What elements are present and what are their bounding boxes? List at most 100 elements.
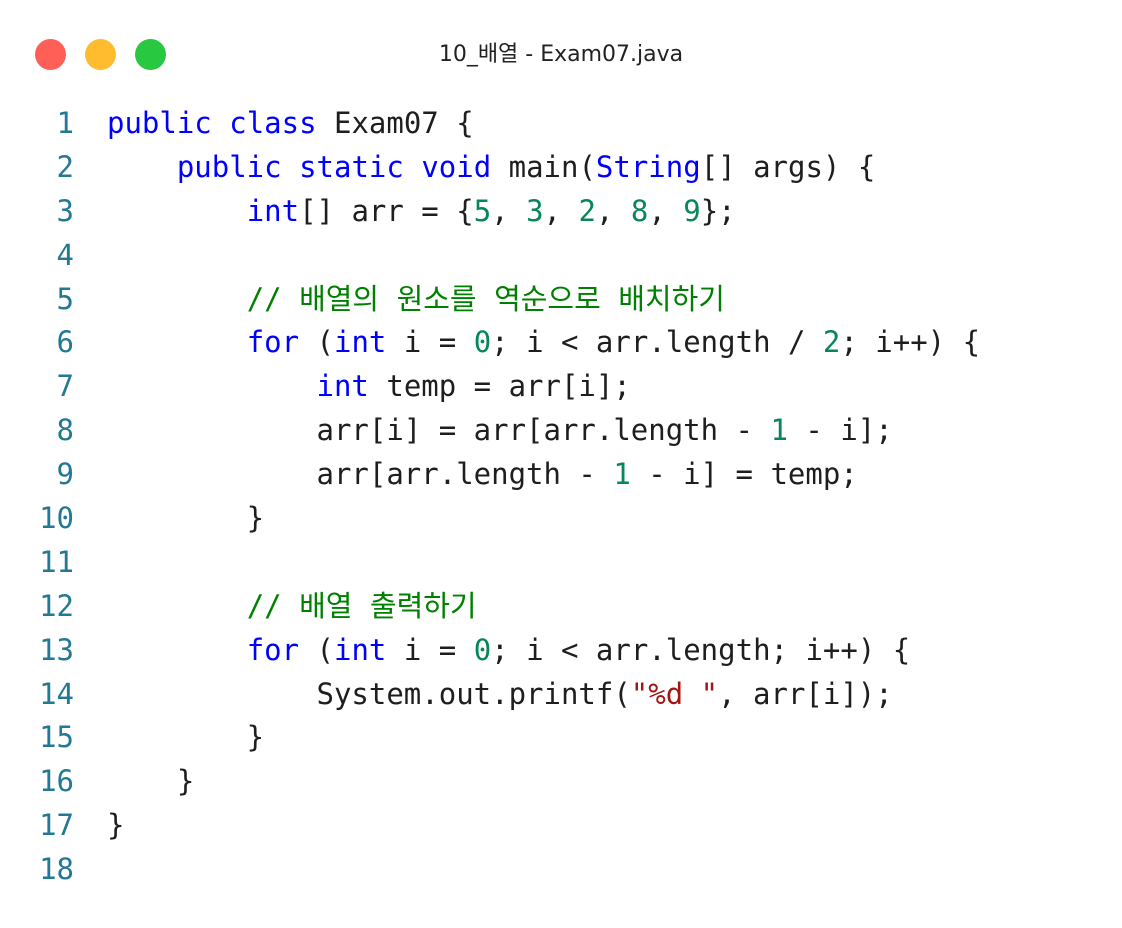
code-content: for (int i = 0; i < arr.length; i++) { — [107, 629, 911, 673]
keyword-token: class — [229, 106, 317, 140]
line-number: 14 — [39, 676, 74, 711]
keyword-token: int — [316, 369, 369, 404]
code-line[interactable]: 3 int[] arr = {5, 3, 2, 8, 9}; — [0, 190, 1122, 234]
number-token: 2 — [578, 193, 596, 228]
code-text: - i] = temp; — [630, 457, 858, 492]
code-line[interactable]: 18 — [0, 848, 1122, 892]
keyword-token: int — [334, 632, 387, 667]
keyword-token: void — [421, 149, 492, 184]
line-number: 7 — [56, 369, 74, 404]
code-content: // 배열의 원소를 역순으로 배치하기 — [107, 278, 725, 322]
code-line[interactable]: 15 } — [0, 716, 1122, 760]
code-content: int[] arr = {5, 3, 2, 8, 9}; — [107, 190, 736, 234]
keyword-token: int — [334, 325, 387, 360]
code-text: ( — [299, 325, 334, 360]
window-title: 10_배열 - Exam07.java — [438, 42, 684, 67]
number-token: 1 — [613, 457, 631, 492]
code-content: } — [107, 716, 264, 760]
code-content: System.out.printf("%d ", arr[i]); — [107, 673, 893, 717]
code-text: - i]; — [787, 413, 893, 448]
line-number: 4 — [56, 237, 74, 272]
code-line[interactable]: 12 // 배열 출력하기 — [0, 585, 1122, 629]
number-token: 8 — [630, 193, 649, 228]
code-content: public static void main(String[] args) { — [107, 146, 875, 190]
code-text: } — [107, 808, 125, 843]
code-line[interactable]: 10 } — [0, 497, 1122, 541]
code-line[interactable]: 11 — [0, 541, 1122, 585]
line-number: 15 — [39, 720, 74, 755]
code-line[interactable]: 1 public class Exam07 { — [0, 102, 1122, 146]
number-token: 5 — [473, 193, 492, 228]
line-number: 5 — [56, 281, 74, 316]
code-text: , — [543, 193, 579, 228]
code-content: } — [107, 804, 124, 848]
code-line[interactable]: 8 arr[i] = arr[arr.length - 1 - i]; — [0, 409, 1122, 453]
code-content: arr[arr.length - 1 - i] = temp; — [107, 453, 858, 497]
code-editor[interactable]: 1 public class Exam07 {2 public static vo… — [0, 102, 1122, 892]
code-text: System.out.printf( — [107, 676, 631, 711]
code-text: } — [107, 764, 195, 799]
line-number: 6 — [56, 325, 74, 360]
code-line[interactable]: 9 arr[arr.length - 1 - i] = temp; — [0, 453, 1122, 497]
code-line[interactable]: 2 public static void main(String[] args)… — [0, 146, 1122, 190]
code-text: } — [107, 501, 265, 536]
code-content: } — [107, 497, 264, 541]
code-line[interactable]: 16 } — [0, 760, 1122, 804]
code-text: ; i < arr.length; i++) { — [491, 632, 911, 667]
line-number: 2 — [56, 149, 74, 184]
line-number: 17 — [39, 808, 74, 843]
number-token: 9 — [683, 193, 701, 228]
code-text: , — [491, 193, 527, 228]
code-text: ; i++) { — [840, 325, 981, 360]
line-number: 3 — [56, 193, 74, 228]
string-token: "%d " — [630, 676, 719, 711]
code-line[interactable]: 7 int temp = arr[i]; — [0, 365, 1122, 409]
code-window: 10_배열 - Exam07.java 1 public class Exam07… — [0, 0, 1122, 928]
code-text: , — [648, 193, 684, 228]
code-text: Exam07 { — [316, 106, 474, 140]
keyword-token: public — [107, 106, 212, 140]
code-line[interactable]: 4 — [0, 234, 1122, 278]
code-content: for (int i = 0; i < arr.length / 2; i++)… — [107, 321, 980, 365]
line-number: 11 — [39, 544, 74, 579]
keyword-token: static — [299, 149, 404, 184]
code-line[interactable]: 5 // 배열의 원소를 역순으로 배치하기 — [0, 278, 1122, 322]
code-line[interactable]: 14 System.out.printf("%d ", arr[i]); — [0, 673, 1122, 717]
comment-token: // 배열 출력하기 — [246, 588, 477, 623]
code-text: [] arr = { — [299, 193, 474, 228]
number-token: 0 — [473, 632, 492, 667]
line-number: 10 — [39, 501, 74, 536]
code-text: }; — [700, 193, 736, 228]
keyword-token: String — [595, 149, 701, 184]
title-bar: 10_배열 - Exam07.java — [0, 0, 1122, 100]
keyword-token: for — [246, 325, 300, 360]
line-number: 1 — [56, 106, 74, 140]
code-content: public class Exam07 { — [107, 102, 474, 146]
code-line[interactable]: 13 for (int i = 0; i < arr.length; i++) … — [0, 629, 1122, 673]
code-line[interactable]: 6 for (int i = 0; i < arr.length / 2; i+… — [0, 321, 1122, 365]
code-text: ; i < arr.length / — [491, 325, 823, 360]
line-number: 9 — [56, 457, 74, 492]
comment-token: // 배열의 원소를 역순으로 배치하기 — [246, 281, 725, 316]
code-text: } — [107, 720, 265, 755]
code-text: main( — [491, 149, 596, 184]
code-line[interactable]: 17} — [0, 804, 1122, 848]
code-content: int temp = arr[i]; — [107, 365, 631, 409]
code-text: arr[i] = arr[arr.length - — [107, 413, 771, 448]
line-number: 18 — [39, 852, 74, 887]
number-token: 0 — [473, 325, 492, 360]
line-number: 16 — [39, 764, 74, 799]
code-text: arr[arr.length - — [107, 457, 614, 492]
number-token: 3 — [526, 193, 544, 228]
line-number: 8 — [56, 413, 74, 448]
